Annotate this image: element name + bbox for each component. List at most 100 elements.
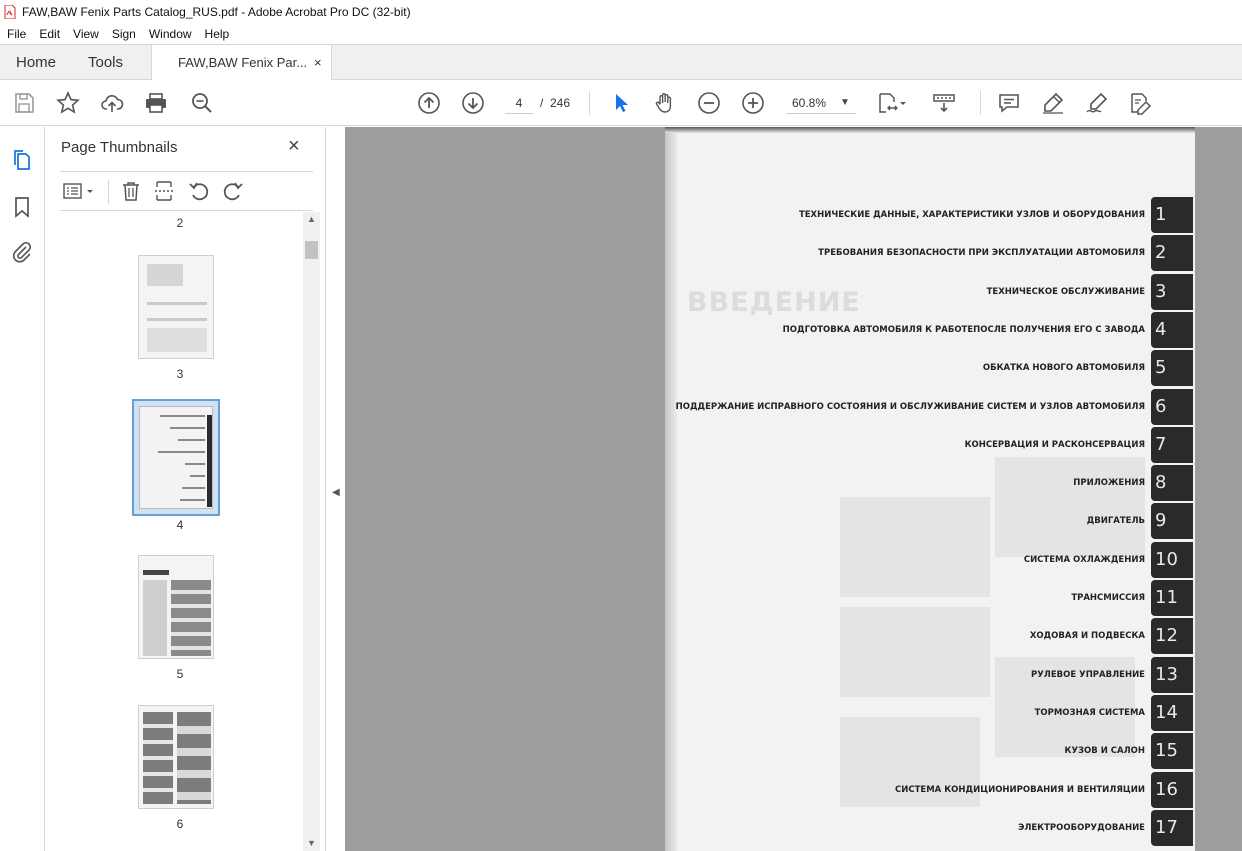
toc-section-number: 1 [1155,204,1167,225]
rotate-counterclockwise-icon[interactable] [188,180,210,202]
panel-close-icon[interactable]: × [288,135,300,158]
select-cursor-icon[interactable] [609,91,633,115]
attachments-paperclip-icon[interactable] [10,240,34,264]
menu-sign[interactable]: Sign [112,27,136,41]
thumbnail-label: 2 [176,216,184,230]
toc-section-tab: 3 [1151,273,1193,310]
toolbar-divider [108,180,109,204]
page-fit-icon[interactable] [876,91,900,115]
zoom-out-icon[interactable] [697,91,721,115]
faded-image [840,497,990,597]
toc-section-tab: 15 [1151,733,1193,770]
zoom-in-icon[interactable] [741,91,765,115]
toc-section-number: 17 [1155,816,1178,838]
toc-section-number: 11 [1155,587,1178,608]
toc-section-number: 7 [1155,433,1167,455]
thumbnail-options-icon[interactable] [62,180,96,202]
page-total: 246 [550,96,571,110]
toc-section-title: СИСТЕМА ОХЛАЖДЕНИЯ [1023,554,1145,565]
toc-section-title: ТЕХНИЧЕСКОЕ ОБСЛУЖИВАНИЕ [986,286,1145,297]
find-zoom-icon[interactable] [190,91,214,115]
tab-tools[interactable]: Tools [88,45,123,80]
hand-tool-icon[interactable] [653,91,677,115]
toc-section-number: 10 [1155,548,1178,570]
scroll-down-icon[interactable]: ▼ [303,838,320,851]
toc-section-tab: 5 [1151,350,1193,387]
highlight-pen-icon[interactable] [1041,91,1065,115]
comment-icon[interactable] [997,91,1021,115]
toc-section-title: КУЗОВ И САЛОН [1064,746,1146,757]
thumbnail-list: 2 3 4 5 6 [60,212,300,851]
toc-section-tab: 9 [1151,503,1193,540]
menu-help[interactable]: Help [205,27,230,41]
panel-title: Page Thumbnails [61,139,178,156]
faded-image [840,607,990,697]
page-shadow-edge [665,127,677,851]
toc-section-tab: 16 [1151,771,1193,808]
thumbnail-tab-strip [207,415,212,507]
toc-section-tab: 2 [1151,235,1193,272]
toc-section-number: 14 [1155,701,1178,723]
tab-home[interactable]: Home [16,45,56,80]
pdf-page: ВВЕДЕНИЕ ТЕХНИЧЕСКИЕ ДАННЫЕ, ХАРАКТЕРИСТ… [665,127,1195,851]
thumbnail-page-5[interactable] [138,555,214,659]
menu-edit[interactable]: Edit [39,27,60,41]
title-bar: FAW,BAW Fenix Parts Catalog_RUS.pdf - Ad… [0,0,1242,24]
acrobat-app-icon [4,5,16,19]
toc-section-tab: 8 [1151,465,1193,502]
bookmarks-icon[interactable] [10,195,34,219]
document-view[interactable]: ВВЕДЕНИЕ ТЕХНИЧЕСКИЕ ДАННЫЕ, ХАРАКТЕРИСТ… [345,127,1242,851]
bookmark-star-icon[interactable] [56,91,80,115]
print-icon[interactable] [144,91,168,115]
toc-section-tab: 17 [1151,809,1193,846]
thumbnail-line [190,475,205,477]
edit-pdf-icon[interactable] [1128,91,1152,115]
thumbnail-text-block [143,580,167,656]
toolbar-divider [980,91,981,115]
page-number-input[interactable] [505,92,533,114]
thumbnail-page-4-selected[interactable] [132,399,220,516]
scroll-mode-icon[interactable] [932,91,956,115]
thumbnail-page-6[interactable] [138,705,214,809]
toc-section-title: ПРИЛОЖЕНИЯ [1073,478,1145,489]
toc-section-title: ПОДГОТОВКА АВТОМОБИЛЯ К РАБОТЕПОСЛЕ ПОЛУ… [782,324,1145,335]
zoom-dropdown-icon[interactable]: ▼ [840,92,850,114]
tab-close-icon[interactable]: × [314,55,322,70]
toc-section-title: РУЛЕВОЕ УПРАВЛЕНИЕ [1031,669,1145,680]
toc-section-number: 15 [1155,740,1178,762]
delete-pages-icon[interactable] [120,180,142,202]
thumbnail-line [170,427,205,429]
toc-section-number: 5 [1155,357,1167,379]
thumbnail-text-block [147,328,207,352]
save-icon[interactable] [12,91,36,115]
upload-cloud-icon[interactable] [100,91,124,115]
thumbnail-page-3[interactable] [138,255,214,359]
thumbnail-label: 6 [176,817,184,831]
thumbnail-label: 3 [176,367,184,381]
collapse-panel-icon[interactable]: ◀ [332,487,340,498]
menu-view[interactable]: View [73,27,99,41]
extract-pages-icon[interactable] [153,180,175,202]
toc-section-tab: 4 [1151,311,1193,348]
thumbnail-label: 5 [176,667,184,681]
scrollbar-thumb[interactable] [305,241,318,259]
menu-window[interactable]: Window [149,27,192,41]
page-thumbnails-icon[interactable] [10,148,34,172]
tab-document[interactable]: FAW,BAW Fenix Par... × [151,45,332,81]
thumbnail-line [185,463,205,465]
thumbnail-line [178,439,205,441]
rotate-clockwise-icon[interactable] [222,180,244,202]
sign-pen-icon[interactable] [1085,91,1109,115]
toc-section-title: ТОРМОЗНАЯ СИСТЕМА [1034,707,1145,718]
scroll-up-icon[interactable]: ▲ [303,214,320,228]
page-fit-dropdown-icon[interactable] [898,91,908,115]
toc-section-title: СИСТЕМА КОНДИЦИОНИРОВАНИЯ И ВЕНТИЛЯЦИИ [895,784,1145,795]
toc-section-number: 6 [1155,395,1167,417]
toc-section-number: 16 [1155,778,1178,800]
menu-file[interactable]: File [7,27,26,41]
next-page-icon[interactable] [461,91,485,115]
toc-section-number: 4 [1155,318,1167,340]
thumbnail-scrollbar[interactable] [303,212,320,851]
panel-splitter[interactable]: ◀ [325,127,345,851]
previous-page-icon[interactable] [417,91,441,115]
